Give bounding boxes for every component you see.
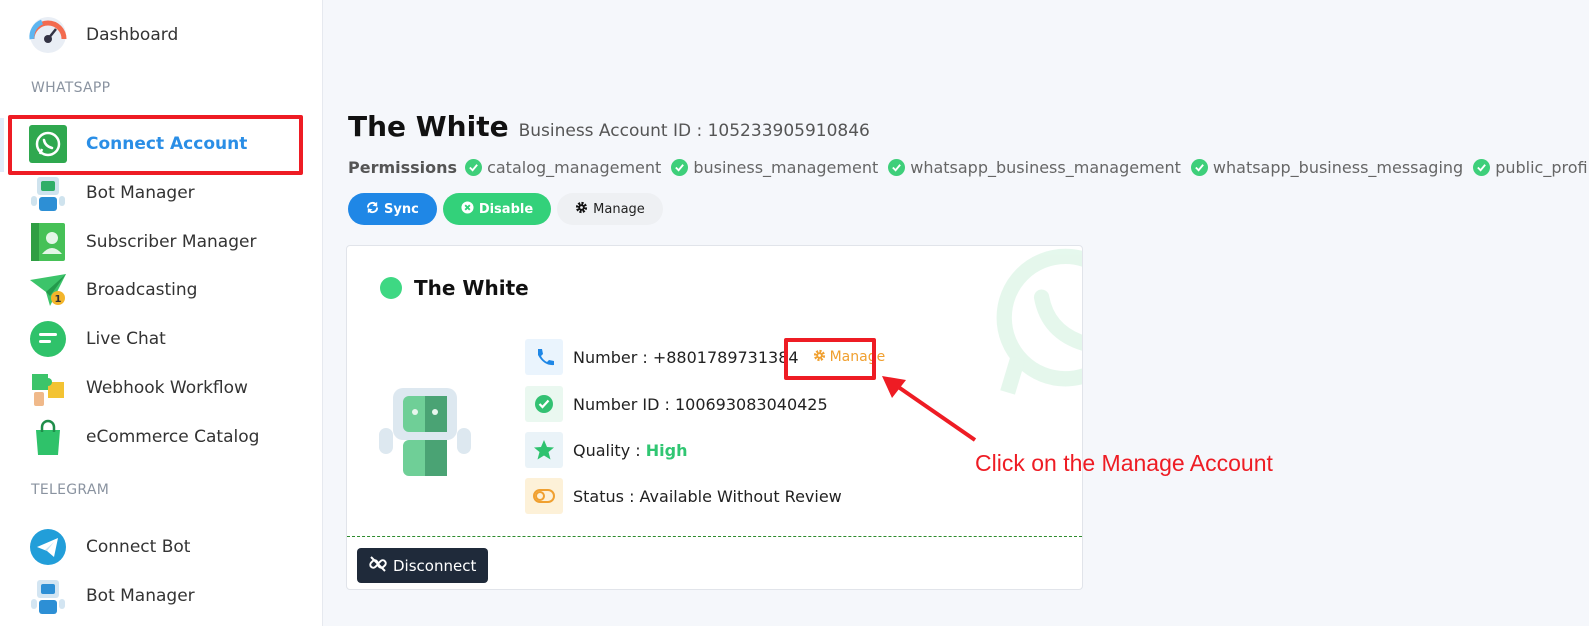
sidebar-item-live-chat[interactable]: Live Chat bbox=[28, 317, 166, 361]
status-text: Status : Available Without Review bbox=[573, 486, 842, 506]
disable-label: Disable bbox=[478, 201, 534, 217]
gauge-icon bbox=[28, 15, 68, 55]
sidebar-item-bot-manager[interactable]: Bot Manager bbox=[28, 171, 195, 215]
page-title: The White bbox=[348, 110, 509, 143]
quality-row: Quality : High bbox=[525, 432, 687, 468]
sidebar-item-broadcasting[interactable]: 1 Broadcasting bbox=[28, 268, 197, 312]
account-header: The White Business Account ID : 10523390… bbox=[348, 110, 870, 143]
sidebar-item-webhook-workflow[interactable]: Webhook Workflow bbox=[28, 366, 248, 410]
sidebar-item-label: eCommerce Catalog bbox=[86, 427, 260, 447]
permissions-list: Permissions catalog_management business_… bbox=[348, 158, 1589, 177]
whatsapp-icon bbox=[996, 248, 1082, 395]
status-row: Status : Available Without Review bbox=[525, 478, 842, 514]
unlink-icon bbox=[369, 555, 387, 577]
sidebar-item-dashboard[interactable]: Dashboard bbox=[28, 13, 178, 57]
disable-button[interactable]: Disable bbox=[442, 193, 552, 225]
shopping-bag-icon bbox=[28, 417, 68, 457]
permission-item: public_profile bbox=[1473, 158, 1589, 177]
disconnect-label: Disconnect bbox=[393, 556, 477, 575]
permission-item: whatsapp_business_messaging bbox=[1190, 158, 1464, 177]
check-circle-icon bbox=[671, 159, 689, 176]
permission-label: whatsapp_business_messaging bbox=[1212, 158, 1464, 177]
permissions-label: Permissions bbox=[348, 158, 458, 177]
phone-icon bbox=[525, 339, 563, 375]
sidebar-item-subscriber-manager[interactable]: Subscriber Manager bbox=[28, 220, 256, 264]
permission-item: catalog_management bbox=[465, 158, 661, 177]
sync-icon bbox=[366, 201, 379, 218]
toggle-icon bbox=[525, 478, 563, 514]
phone-number: Number : +8801789731384 bbox=[573, 347, 799, 367]
robot-icon bbox=[379, 388, 471, 476]
sidebar: Dashboard WHATSAPP Connect Account Bot M… bbox=[0, 0, 323, 626]
card-divider bbox=[347, 536, 1082, 537]
annotation-text: Click on the Manage Account bbox=[975, 450, 1273, 476]
quality-label: Quality : bbox=[573, 440, 646, 460]
status-dot bbox=[380, 277, 402, 299]
contact-book-icon bbox=[28, 222, 68, 262]
card-header: The White bbox=[380, 276, 529, 300]
sidebar-item-label: Live Chat bbox=[86, 329, 166, 349]
check-circle-icon bbox=[525, 386, 563, 422]
check-circle-icon bbox=[1190, 159, 1208, 176]
permission-item: business_management bbox=[671, 158, 878, 177]
sidebar-item-label: Connect Bot bbox=[86, 537, 191, 557]
broadcast-badge: 1 bbox=[55, 294, 62, 305]
account-actions: Sync Disable Manage bbox=[348, 193, 663, 225]
robot-icon bbox=[28, 173, 68, 213]
sidebar-item-label: Subscriber Manager bbox=[86, 232, 257, 252]
sync-label: Sync bbox=[384, 201, 419, 217]
check-circle-icon bbox=[1473, 159, 1491, 176]
sidebar-item-label: Bot Manager bbox=[86, 183, 195, 203]
permission-label: whatsapp_business_management bbox=[910, 158, 1181, 177]
business-account-id: Business Account ID : 105233905910846 bbox=[518, 121, 870, 141]
number-id: Number ID : 100693083040425 bbox=[573, 394, 828, 414]
sidebar-item-connect-bot[interactable]: Connect Bot bbox=[28, 525, 190, 569]
permission-label: public_profile bbox=[1495, 158, 1589, 177]
star-icon bbox=[525, 432, 563, 468]
highlight-box-connect-account bbox=[8, 115, 303, 175]
manage-button[interactable]: Manage bbox=[557, 193, 663, 225]
x-circle-icon bbox=[461, 200, 474, 218]
sidebar-item-ecommerce-catalog[interactable]: eCommerce Catalog bbox=[28, 415, 259, 459]
sidebar-item-label: Webhook Workflow bbox=[86, 378, 248, 398]
sidebar-item-telegram-bot-manager[interactable]: Bot Manager bbox=[28, 574, 195, 618]
permission-label: catalog_management bbox=[487, 158, 662, 177]
chat-bubble-icon bbox=[28, 319, 68, 359]
puzzle-icon bbox=[28, 368, 68, 408]
sidebar-item-label: Broadcasting bbox=[86, 280, 198, 300]
permission-label: business_management bbox=[693, 158, 879, 177]
sync-button[interactable]: Sync bbox=[348, 193, 437, 225]
robot-icon bbox=[28, 576, 68, 616]
section-label-whatsapp: WHATSAPP bbox=[31, 80, 111, 96]
sidebar-item-label: Bot Manager bbox=[86, 586, 195, 606]
highlight-box-manage bbox=[784, 338, 876, 380]
sidebar-item-label: Dashboard bbox=[86, 25, 179, 45]
quality-value: High bbox=[645, 440, 688, 460]
active-indicator bbox=[0, 118, 4, 172]
paper-plane-icon: 1 bbox=[28, 270, 68, 310]
annotation-arrow bbox=[882, 376, 977, 442]
gear-icon bbox=[575, 201, 588, 218]
permission-item: whatsapp_business_management bbox=[888, 158, 1181, 177]
card-title: The White bbox=[414, 276, 529, 300]
section-label-telegram: TELEGRAM bbox=[31, 482, 110, 498]
disconnect-button[interactable]: Disconnect bbox=[357, 548, 489, 583]
number-id-row: Number ID : 100693083040425 bbox=[525, 386, 828, 422]
check-circle-icon bbox=[888, 159, 906, 176]
manage-label: Manage bbox=[593, 201, 645, 217]
main-content: The White Business Account ID : 10523390… bbox=[324, 0, 1589, 626]
telegram-icon bbox=[28, 527, 68, 567]
check-circle-icon bbox=[465, 159, 483, 176]
